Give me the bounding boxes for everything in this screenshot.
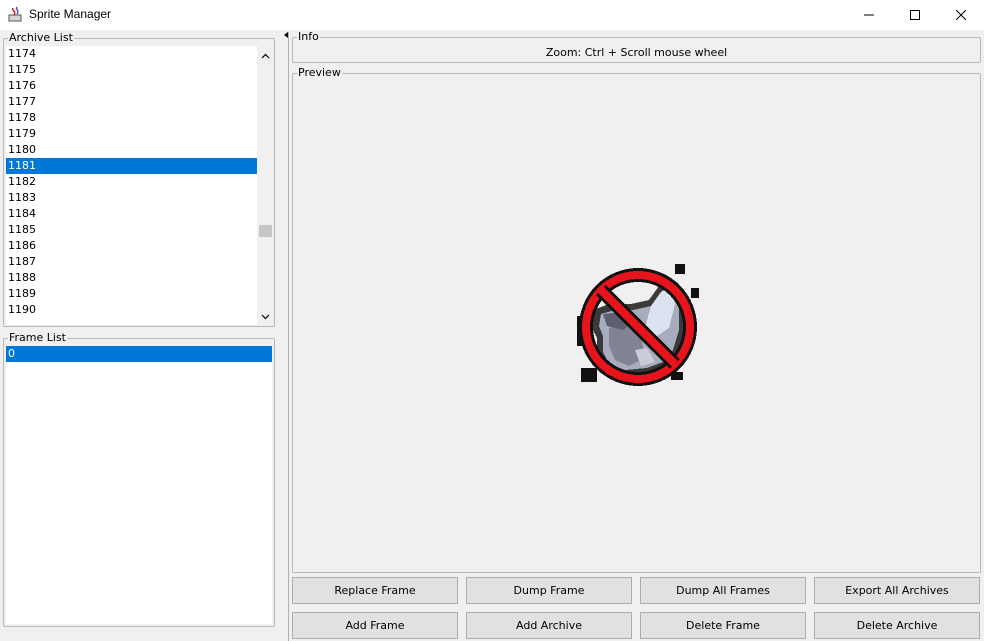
delete-archive-button[interactable]: Delete Archive	[814, 612, 980, 639]
list-item[interactable]: 1184	[6, 206, 258, 222]
scroll-thumb[interactable]	[259, 225, 272, 237]
chevron-down-icon	[261, 314, 270, 319]
scroll-down-arrow[interactable]	[257, 308, 274, 325]
list-item[interactable]: 1183	[6, 190, 258, 206]
list-item[interactable]: 1178	[6, 110, 258, 126]
list-item[interactable]: 1189	[6, 286, 258, 302]
archive-list-scrollbar[interactable]	[257, 46, 274, 325]
minimize-icon	[864, 14, 874, 16]
scroll-up-arrow[interactable]	[257, 47, 274, 64]
list-item[interactable]: 1185	[6, 222, 258, 238]
close-icon	[956, 10, 966, 20]
add-archive-button[interactable]: Add Archive	[466, 612, 632, 639]
split-pane-divider[interactable]	[284, 30, 290, 641]
list-item[interactable]: 0	[6, 346, 272, 362]
divider-line	[288, 32, 289, 641]
java-app-icon	[8, 6, 24, 22]
minimize-button[interactable]	[846, 0, 892, 30]
archive-list[interactable]: 1174 1175 1176 1177 1178 1179 1180 1181 1182 1183…	[6, 46, 258, 325]
list-item[interactable]: 1176	[6, 78, 258, 94]
list-item[interactable]: 1188	[6, 270, 258, 286]
archive-list-label: Archive List	[8, 31, 74, 45]
list-item[interactable]: 1180	[6, 142, 258, 158]
collapse-left-icon[interactable]	[284, 32, 290, 38]
list-item[interactable]: 1174	[6, 46, 258, 62]
list-item[interactable]: 1187	[6, 254, 258, 270]
dump-all-frames-button[interactable]: Dump All Frames	[640, 577, 806, 604]
close-button[interactable]	[938, 0, 984, 30]
title-bar[interactable]: Sprite Manager	[0, 0, 984, 30]
dump-frame-button[interactable]: Dump Frame	[466, 577, 632, 604]
window-title: Sprite Manager	[29, 7, 112, 21]
info-label: Info	[297, 30, 320, 44]
chevron-up-icon	[261, 53, 270, 58]
list-item[interactable]: 1181	[6, 158, 258, 174]
list-item[interactable]: 1182	[6, 174, 258, 190]
zoom-hint: Zoom: Ctrl + Scroll mouse wheel	[545, 46, 728, 59]
list-item[interactable]: 1190	[6, 302, 258, 318]
replace-frame-button[interactable]: Replace Frame	[292, 577, 458, 604]
add-frame-button[interactable]: Add Frame	[292, 612, 458, 639]
frame-list-group: Frame List 0	[3, 331, 275, 627]
preview-label: Preview	[297, 66, 342, 80]
maximize-button[interactable]	[892, 0, 938, 30]
info-group: Info Zoom: Ctrl + Scroll mouse wheel	[292, 30, 981, 63]
list-item[interactable]: 1179	[6, 126, 258, 142]
frame-list-label: Frame List	[8, 331, 67, 345]
export-all-archives-button[interactable]: Export All Archives	[814, 577, 980, 604]
list-item[interactable]: 1186	[6, 238, 258, 254]
archive-list-group: Archive List 1174 1175 1176 1177 1178 1179 118…	[3, 31, 275, 327]
maximize-icon	[910, 10, 920, 20]
delete-frame-button[interactable]: Delete Frame	[640, 612, 806, 639]
prohibited-gargoyle-sprite-icon	[575, 264, 701, 390]
frame-list[interactable]: 0	[6, 346, 272, 624]
list-item[interactable]: 1177	[6, 94, 258, 110]
list-item[interactable]: 1175	[6, 62, 258, 78]
